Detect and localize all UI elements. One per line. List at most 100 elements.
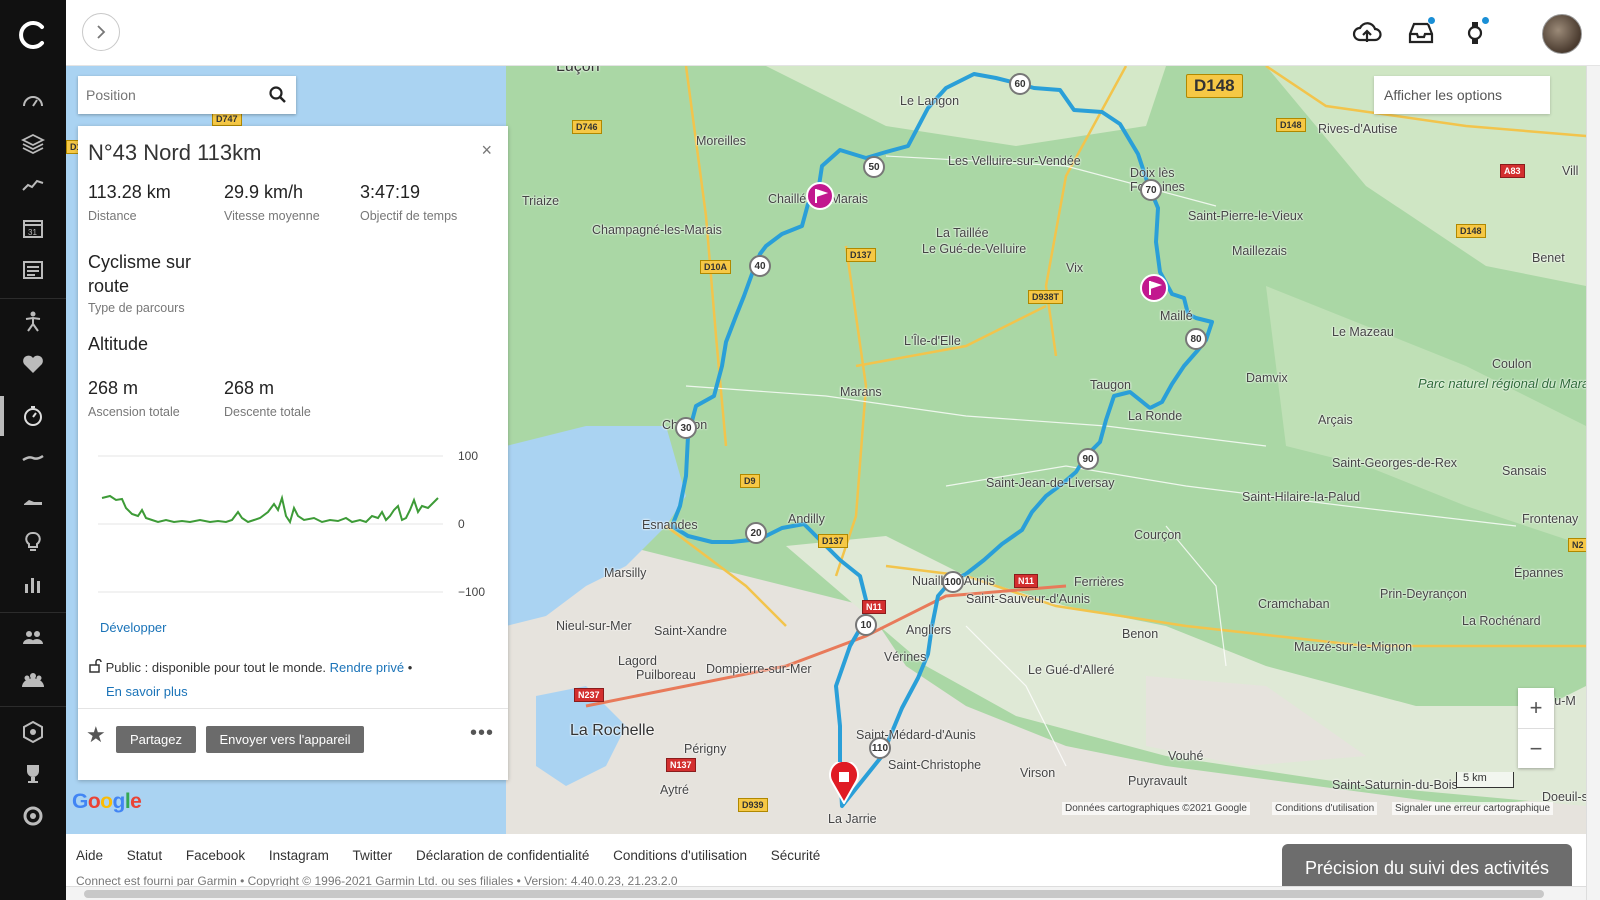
map-view[interactable]: Luçon Le Langon Moreilles Les Velluire-s… <box>66 66 1586 834</box>
map-label: Courçon <box>1134 528 1182 542</box>
training-icon[interactable] <box>19 308 47 336</box>
upload-icon[interactable] <box>1352 18 1382 48</box>
search-icon[interactable] <box>268 85 288 105</box>
share-button[interactable]: Partagez <box>116 726 196 753</box>
sidebar-divider <box>0 706 66 707</box>
map-label: Vérines <box>884 650 927 664</box>
public-text: Public : disponible pour tout le monde. <box>105 660 327 675</box>
activity-icon[interactable] <box>19 172 47 200</box>
map-label: Dompierre-sur-Mer <box>706 662 812 676</box>
report-error-link[interactable]: Signaler une erreur cartographique <box>1392 802 1554 815</box>
panel-divider <box>78 708 508 709</box>
map-label: Périgny <box>684 742 727 756</box>
elevation-line <box>101 494 439 525</box>
performance-icon[interactable] <box>19 402 47 430</box>
road-shield: D939 <box>738 798 768 812</box>
footer-link[interactable]: Statut <box>127 848 162 863</box>
map-label: Marans <box>840 385 882 399</box>
road-shield: D148 <box>1186 74 1243 98</box>
waypoint-flag-icon[interactable] <box>1140 274 1168 302</box>
zoom-in-button[interactable]: + <box>1518 688 1554 728</box>
course-icon[interactable] <box>19 486 47 514</box>
workout-icon[interactable] <box>19 444 47 472</box>
footer-link[interactable]: Déclaration de confidentialité <box>416 848 589 863</box>
footer-link[interactable]: Conditions d'utilisation <box>613 848 747 863</box>
calendar-icon[interactable]: 31 <box>19 214 47 242</box>
news-icon[interactable] <box>19 256 47 284</box>
avatar[interactable] <box>1542 14 1582 54</box>
connect-logo-icon[interactable] <box>16 18 50 52</box>
map-label: Lagord <box>618 654 657 668</box>
map-label: L'Île-d'Elle <box>904 334 961 348</box>
road-shield: D137 <box>846 248 876 262</box>
layers-icon[interactable] <box>19 130 47 158</box>
groups-icon[interactable] <box>19 666 47 694</box>
map-label: Mauzé-sur-le-Mignon <box>1294 640 1413 654</box>
footer-link[interactable]: Instagram <box>269 848 329 863</box>
insight-icon[interactable] <box>19 528 47 556</box>
trophy-icon[interactable] <box>19 760 47 788</box>
elevation-chart[interactable]: 100 0 −100 <box>88 436 498 616</box>
km-marker: 70 <box>1140 179 1162 201</box>
scrollbar-thumb[interactable] <box>84 890 1544 898</box>
device-icon[interactable] <box>1460 16 1490 48</box>
avg-speed-label: Vitesse moyenne <box>224 209 320 223</box>
map-label: Champagné-les-Marais <box>592 223 722 237</box>
map-terms-link[interactable]: Conditions d'utilisation <box>1272 802 1378 815</box>
horizontal-scrollbar[interactable] <box>66 886 1586 900</box>
distance-value: 113.28 km <box>88 182 171 202</box>
footer-link[interactable]: Facebook <box>186 848 245 863</box>
position-search <box>78 76 296 114</box>
learn-more-link[interactable]: En savoir plus <box>106 684 188 699</box>
map-label: Angliers <box>906 623 952 637</box>
map-label: Vill <box>1562 164 1579 178</box>
course-type-value: Cyclisme sur route <box>88 252 192 296</box>
vertical-scrollbar[interactable] <box>1586 66 1600 900</box>
tick-label: −100 <box>458 585 485 599</box>
report-icon[interactable] <box>19 570 47 598</box>
activity-accuracy-button[interactable]: Précision du suivi des activités <box>1282 844 1572 892</box>
map-label: Luçon <box>556 66 600 75</box>
road-shield: N237 <box>574 688 604 702</box>
inbox-icon[interactable] <box>1406 16 1436 48</box>
avg-speed-value: 29.9 km/h <box>224 182 304 202</box>
badge-icon[interactable] <box>19 718 47 746</box>
map-label: Vix <box>1066 261 1084 275</box>
map-label: La Ronde <box>1128 409 1183 423</box>
show-options-button[interactable]: Afficher les options <box>1374 76 1550 114</box>
map-label: Aytré <box>660 783 689 797</box>
footer-link[interactable]: Sécurité <box>771 848 821 863</box>
road-shield: N11 <box>862 600 887 614</box>
map-label: Saint-Xandre <box>654 624 727 638</box>
sidebar: 31 <box>0 0 66 900</box>
develop-link[interactable]: Développer <box>100 620 167 635</box>
footer-link[interactable]: Twitter <box>352 848 392 863</box>
close-icon[interactable]: × <box>481 140 492 161</box>
start-pin-icon[interactable] <box>828 762 860 804</box>
map-label: Benet <box>1532 251 1565 265</box>
map-label: Les Velluire-sur-Vendée <box>948 154 1081 168</box>
tick-label: 100 <box>458 449 478 463</box>
expand-sidebar-button[interactable] <box>82 13 120 51</box>
star-icon[interactable]: ★ <box>86 722 106 748</box>
zoom-out-button[interactable]: − <box>1518 729 1554 769</box>
svg-text:31: 31 <box>28 228 37 237</box>
send-to-device-button[interactable]: Envoyer vers l'appareil <box>206 726 364 753</box>
gear-icon[interactable] <box>19 802 47 830</box>
map-label: Saint-Jean-de-Liversay <box>986 476 1115 490</box>
map-label: Saint-Christophe <box>888 758 982 772</box>
waypoint-flag-icon[interactable] <box>806 182 834 210</box>
road-shield: D9 <box>740 474 760 488</box>
map-label: Virson <box>1020 766 1056 780</box>
footer-link[interactable]: Aide <box>76 848 103 863</box>
make-private-link[interactable]: Rendre privé <box>330 660 404 675</box>
km-marker: 50 <box>863 156 885 178</box>
more-options-icon[interactable]: ••• <box>470 722 494 745</box>
connections-icon[interactable] <box>19 624 47 652</box>
km-marker: 60 <box>1009 73 1031 95</box>
map-label: Saint-Saturnin-du-Bois <box>1332 778 1458 792</box>
health-icon[interactable] <box>19 350 47 378</box>
dashboard-icon[interactable] <box>19 88 47 116</box>
position-search-input[interactable] <box>78 76 258 114</box>
map-label: Taugon <box>1090 378 1132 392</box>
